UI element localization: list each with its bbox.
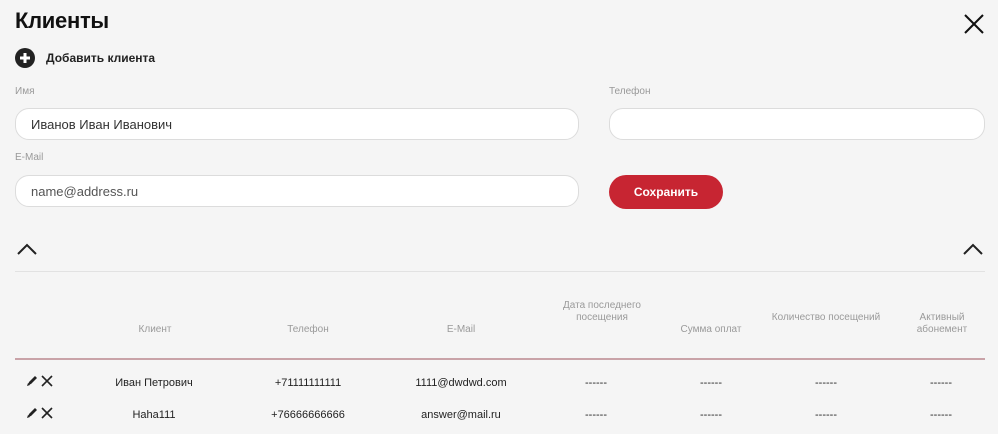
section-divider bbox=[15, 271, 985, 272]
cell-last-visit: ------ bbox=[585, 377, 607, 389]
chevron-up-icon[interactable] bbox=[962, 242, 984, 256]
cell-visits-count: ------ bbox=[815, 377, 837, 389]
cell-payment-sum: ------ bbox=[700, 409, 722, 421]
cell-email: answer@mail.ru bbox=[421, 409, 501, 421]
pencil-icon[interactable] bbox=[26, 407, 38, 419]
th-client: Клиент bbox=[138, 324, 172, 335]
cell-client: Haha111 bbox=[132, 409, 176, 421]
phone-label: Телефон bbox=[609, 86, 651, 97]
th-visits-count: Количество посещений bbox=[771, 312, 881, 323]
th-active-subscription: Активный абонемент bbox=[916, 312, 968, 335]
page-title: Клиенты bbox=[15, 8, 109, 33]
close-icon[interactable] bbox=[962, 12, 986, 36]
th-last-visit: Дата последнего посещения bbox=[563, 300, 641, 323]
th-phone: Телефон bbox=[287, 324, 329, 335]
row-actions bbox=[26, 407, 53, 419]
email-field[interactable] bbox=[15, 175, 579, 207]
add-client-label: Добавить клиента bbox=[46, 51, 156, 65]
name-field[interactable] bbox=[15, 108, 579, 140]
chevron-up-icon[interactable] bbox=[16, 242, 38, 256]
th-email: E-Mail bbox=[446, 324, 476, 335]
cell-phone: +71111111111 bbox=[274, 377, 342, 389]
table-header-line bbox=[15, 358, 985, 360]
cell-email: 1111@dwdwd.com bbox=[415, 377, 507, 389]
add-circle-icon bbox=[15, 48, 35, 68]
cell-client: Иван Петрович bbox=[115, 377, 193, 389]
pencil-icon[interactable] bbox=[26, 375, 38, 387]
cell-payment-sum: ------ bbox=[700, 377, 722, 389]
cell-active-subscription: ------ bbox=[930, 409, 952, 421]
add-client-button[interactable]: Добавить клиента bbox=[15, 48, 155, 68]
name-label: Имя bbox=[15, 86, 35, 97]
delete-x-icon[interactable] bbox=[41, 375, 53, 387]
cell-visits-count: ------ bbox=[815, 409, 837, 421]
delete-x-icon[interactable] bbox=[41, 407, 53, 419]
phone-field[interactable] bbox=[609, 108, 985, 140]
cell-active-subscription: ------ bbox=[930, 377, 952, 389]
th-payment-sum: Сумма оплат bbox=[680, 324, 742, 335]
email-label: E-Mail bbox=[15, 152, 44, 163]
cell-phone: +76666666666 bbox=[271, 409, 345, 421]
save-button[interactable]: Сохранить bbox=[609, 175, 723, 209]
row-actions bbox=[26, 375, 53, 387]
cell-last-visit: ------ bbox=[585, 409, 607, 421]
